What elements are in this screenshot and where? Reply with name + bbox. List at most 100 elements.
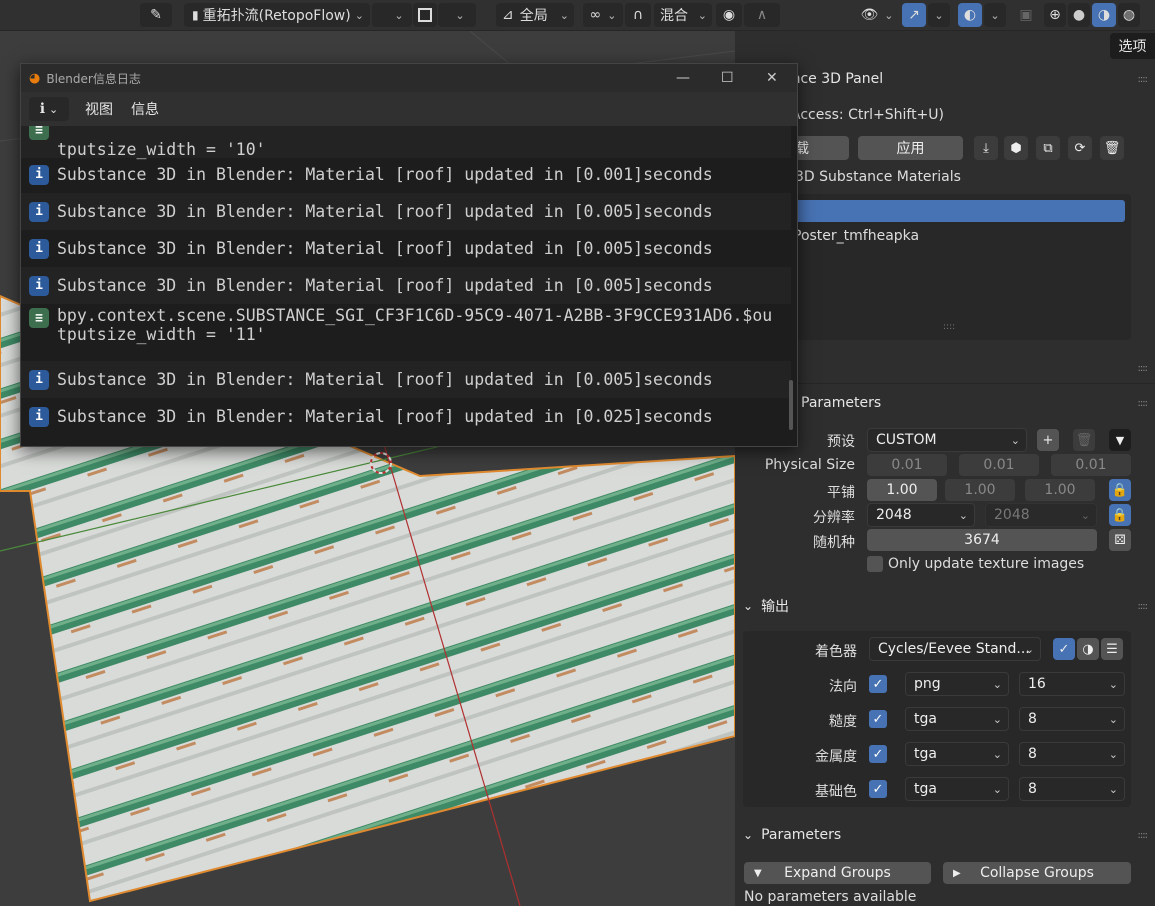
output-enable-checkbox[interactable]: ✓ xyxy=(869,710,887,728)
shader-list-button[interactable]: ☰ xyxy=(1101,638,1123,660)
log-entry[interactable]: i Substance 3D in Blender: Material [roo… xyxy=(21,361,791,398)
wireframe-shading-button[interactable]: ⊕ xyxy=(1044,3,1066,27)
output-enable-checkbox[interactable]: ✓ xyxy=(869,780,887,798)
output-bits-dropdown[interactable]: 8 ⌄ xyxy=(1019,777,1125,801)
output-format-dropdown[interactable]: png ⌄ xyxy=(905,672,1009,696)
log-entry[interactable]: ≡ bpy.context.scene.SUBSTANCE_SGI_CF3F1C… xyxy=(21,306,791,356)
output-format-dropdown[interactable]: tga ⌄ xyxy=(905,707,1009,731)
blend-label: 混合 xyxy=(660,8,688,24)
random-seed-field[interactable]: 3674 xyxy=(867,529,1097,551)
shader-check-button[interactable]: ✓ xyxy=(1053,638,1075,660)
duplicate-button[interactable]: ⧉ xyxy=(1036,136,1060,160)
output-bits-dropdown[interactable]: 16 ⌄ xyxy=(1019,672,1125,696)
material-list-selected-row[interactable] xyxy=(791,200,1125,222)
overlay-dropdown[interactable]: ⌄ xyxy=(984,3,1006,27)
remove-preset-button[interactable]: 🗑 xyxy=(1073,429,1095,451)
physical-size-x[interactable]: 0.01 xyxy=(867,454,947,476)
rendered-shading-button[interactable]: ◍ xyxy=(1118,3,1140,27)
xray-icon: ▣ xyxy=(1019,7,1033,23)
overlay-toggle-button[interactable]: ◐ xyxy=(958,3,982,27)
drag-handle-icon[interactable]: :::: xyxy=(1138,363,1149,374)
falloff-dropdown[interactable]: ∧ xyxy=(744,3,780,27)
proportional-edit-button[interactable]: ◉ xyxy=(716,3,742,27)
box-icon-button[interactable]: ⬢ xyxy=(1004,136,1028,160)
output-bits-dropdown[interactable]: 8 ⌄ xyxy=(1019,742,1125,766)
pivot-dropdown[interactable]: ∞ ⌄ xyxy=(583,3,623,27)
drag-handle-icon[interactable]: :::: xyxy=(1138,830,1149,841)
expand-groups-button[interactable]: ▼ Expand Groups xyxy=(744,862,931,884)
gizmo-toggle-button[interactable]: ↗ xyxy=(902,3,926,27)
graph-parameters-header[interactable]: Parameters :::: xyxy=(735,388,1155,418)
shader-dropdown[interactable]: Cycles/Eevee Stand... ⌄ xyxy=(869,637,1041,661)
sidebar-panel: 选项 ance 3D Panel :::: Access: Ctrl+Shift… xyxy=(735,31,1155,906)
xray-button[interactable]: ▣ xyxy=(1014,3,1038,27)
info-log-list[interactable]: ≡ tputsize_width = '10' i Substance 3D i… xyxy=(21,126,797,446)
info-log-titlebar[interactable]: ◕ Blender信息日志 — ☐ ✕ xyxy=(21,64,797,92)
chevron-down-icon: ⌄ xyxy=(1010,433,1020,447)
transform-orientation-dropdown[interactable]: ⊿ 全局 ⌄ xyxy=(496,3,574,27)
gizmo-dropdown[interactable]: ⌄ xyxy=(928,3,950,27)
tiling-lock-button[interactable]: 🔒 xyxy=(1109,479,1131,501)
drag-handle-icon[interactable]: :::: xyxy=(1138,398,1149,409)
chevron-down-icon: ⌄ xyxy=(992,712,1002,726)
mode-dropdown[interactable]: ⌄ xyxy=(372,3,412,27)
snap-toggle-button[interactable]: ∩ xyxy=(625,3,651,27)
log-entry[interactable]: i Substance 3D in Blender: Material [roo… xyxy=(21,267,791,304)
log-line: Substance 3D in Blender: Material [roof]… xyxy=(57,239,713,258)
collapse-groups-button[interactable]: ▶ Collapse Groups xyxy=(943,862,1131,884)
options-button[interactable]: 选项 xyxy=(1110,33,1155,59)
physical-size-z[interactable]: 0.01 xyxy=(1051,454,1131,476)
material-preview-button[interactable]: ◑ xyxy=(1092,3,1116,27)
output-enable-checkbox[interactable]: ✓ xyxy=(869,675,887,693)
snap-dropdown[interactable]: ⌄ xyxy=(438,3,476,27)
output-bits-dropdown[interactable]: 8 ⌄ xyxy=(1019,707,1125,731)
output-format-dropdown[interactable]: tga ⌄ xyxy=(905,742,1009,766)
maximize-icon[interactable]: ☐ xyxy=(721,70,734,86)
substance-panel-header[interactable]: ance 3D Panel :::: xyxy=(735,64,1155,94)
menu-info[interactable]: 信息 xyxy=(131,99,159,119)
divider xyxy=(735,383,1155,384)
list-resize-handle-icon[interactable]: :::: xyxy=(943,322,955,332)
log-entry[interactable]: i Substance 3D in Blender: Material [roo… xyxy=(21,156,791,193)
material-list-item[interactable]: Poster_tmfheapka xyxy=(793,228,919,244)
close-icon[interactable]: ✕ xyxy=(766,70,778,86)
minimize-icon[interactable]: — xyxy=(676,70,690,86)
snap-target-button[interactable] xyxy=(413,3,437,27)
delete-button[interactable]: 🗑 xyxy=(1100,136,1124,160)
tiling-y[interactable]: 1.00 xyxy=(945,479,1015,501)
preset-dropdown[interactable]: CUSTOM ⌄ xyxy=(867,428,1027,452)
output-format-dropdown[interactable]: tga ⌄ xyxy=(905,777,1009,801)
physical-size-y[interactable]: 0.01 xyxy=(959,454,1039,476)
drag-handle-icon[interactable]: :::: xyxy=(1138,74,1149,85)
log-entry[interactable]: i Substance 3D in Blender: Material [roo… xyxy=(21,230,791,267)
parameters-section-header[interactable]: ⌄ Parameters :::: xyxy=(735,820,1155,850)
randomize-button[interactable]: ⚄ xyxy=(1109,529,1131,551)
log-scrollbar[interactable] xyxy=(789,380,793,430)
resolution-height-dropdown[interactable]: 2048 ⌄ xyxy=(985,503,1097,527)
only-update-checkbox[interactable] xyxy=(867,556,883,572)
collapsed-section-header[interactable]: :::: xyxy=(735,353,1155,383)
visibility-dropdown[interactable]: 👁 ⌄ xyxy=(856,3,898,27)
tiling-x[interactable]: 1.00 xyxy=(867,479,937,501)
log-entry[interactable]: ≡ tputsize_width = '10' xyxy=(21,126,791,159)
drag-handle-icon[interactable]: :::: xyxy=(1138,601,1149,612)
menu-view[interactable]: 视图 xyxy=(85,99,113,119)
apply-button[interactable]: 应用 xyxy=(858,136,963,160)
preset-menu-button[interactable]: ▼ xyxy=(1109,429,1131,451)
editor-type-dropdown[interactable]: ℹ ⌄ xyxy=(29,97,69,121)
solid-shading-button[interactable]: ● xyxy=(1068,3,1090,27)
log-entry[interactable]: i Substance 3D in Blender: Material [roo… xyxy=(21,398,791,435)
log-entry[interactable]: i Substance 3D in Blender: Material [roo… xyxy=(21,193,791,230)
resolution-lock-button[interactable]: 🔒 xyxy=(1109,504,1131,526)
resolution-width-dropdown[interactable]: 2048 ⌄ xyxy=(867,503,975,527)
output-enable-checkbox[interactable]: ✓ xyxy=(869,745,887,763)
refresh-button[interactable]: ⟳ xyxy=(1068,136,1092,160)
retopoflow-menu[interactable]: ▮ 重拓扑流(RetopoFlow) ⌄ xyxy=(184,3,370,27)
tiling-z[interactable]: 1.00 xyxy=(1025,479,1095,501)
import-icon-button[interactable]: ⤓ xyxy=(974,136,998,160)
add-preset-button[interactable]: + xyxy=(1037,429,1059,451)
output-section-header[interactable]: ⌄ 输出 :::: xyxy=(735,591,1155,621)
eyedropper-button[interactable]: ✎ xyxy=(140,3,172,27)
proportional-blend-dropdown[interactable]: 混合 ⌄ xyxy=(654,3,712,27)
shader-material-button[interactable]: ◑ xyxy=(1077,638,1099,660)
